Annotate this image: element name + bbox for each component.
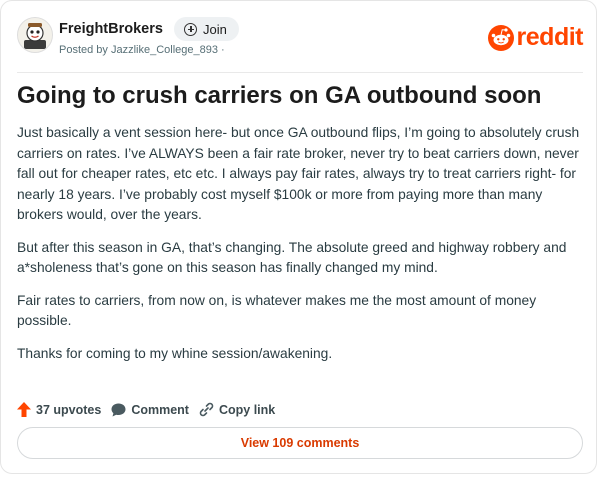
comment-button[interactable]: Comment xyxy=(111,403,189,417)
posted-by: Posted by Jazzlike_College_893 · xyxy=(59,44,225,56)
subreddit-name[interactable]: FreightBrokers xyxy=(59,21,163,37)
post-card: FreightBrokers Posted by Jazzlike_Colleg… xyxy=(0,0,597,474)
post-title[interactable]: Going to crush carriers on GA outbound s… xyxy=(17,81,583,111)
post-body: Just basically a vent session here- but … xyxy=(17,123,583,376)
upvote-count: 37 upvotes xyxy=(36,402,102,417)
reddit-logo[interactable]: reddit xyxy=(487,23,584,52)
post-paragraph: Just basically a vent session here- but … xyxy=(17,125,580,222)
comment-bubble-icon xyxy=(111,403,126,416)
post-paragraph: But after this season in GA, that’s chan… xyxy=(17,239,567,276)
post-paragraph: Thanks for coming to my whine session/aw… xyxy=(17,345,333,361)
copy-link-button[interactable]: Copy link xyxy=(199,402,275,417)
post-header: FreightBrokers Posted by Jazzlike_Colleg… xyxy=(17,17,584,61)
join-label: Join xyxy=(203,21,227,37)
post-paragraph: Fair rates to carriers, from now on, is … xyxy=(17,292,537,329)
reddit-snoo-icon xyxy=(487,24,514,51)
view-comments-button[interactable]: View 109 comments xyxy=(17,427,583,459)
join-button[interactable]: Join xyxy=(174,17,239,41)
reddit-wordmark: reddit xyxy=(516,23,584,51)
copy-link-label: Copy link xyxy=(218,402,276,417)
subreddit-avatar-icon[interactable] xyxy=(17,17,53,53)
link-icon xyxy=(199,402,214,417)
plus-circle-icon xyxy=(184,22,197,36)
comment-label: Comment xyxy=(131,402,189,417)
upvote-arrow-icon xyxy=(17,402,31,417)
header-divider xyxy=(17,72,583,73)
upvote-button[interactable]: 37 upvotes xyxy=(17,402,101,417)
post-actions: 37 upvotes Comment Copy link xyxy=(17,402,275,417)
